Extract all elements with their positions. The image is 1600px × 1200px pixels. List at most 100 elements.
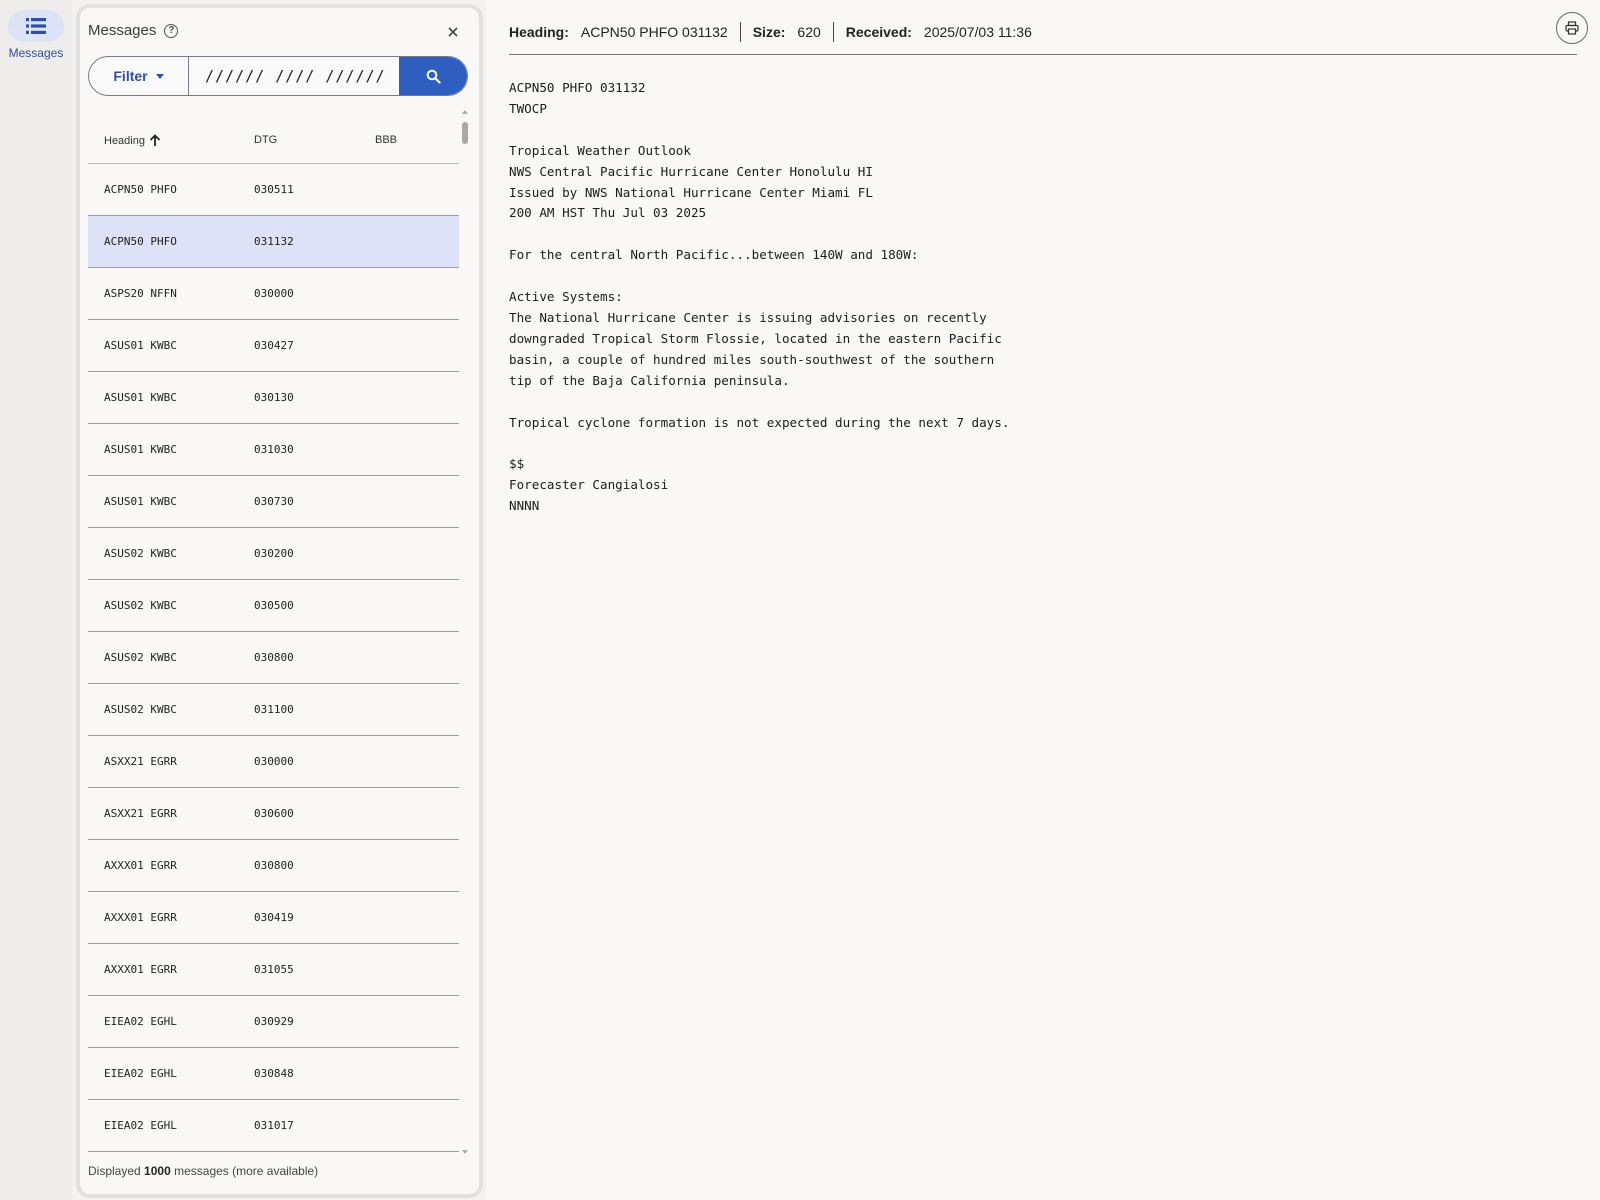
row-heading: ACPN50 PHFO bbox=[104, 183, 177, 196]
search-input[interactable] bbox=[189, 57, 399, 95]
table-row[interactable]: ASXX21 EGRR 030000 bbox=[88, 736, 459, 788]
arrow-up-icon bbox=[149, 134, 161, 146]
row-dtg: 031055 bbox=[254, 963, 294, 976]
column-header-dtg[interactable]: DTG bbox=[254, 134, 277, 146]
table-row[interactable]: ACPN50 PHFO 030511 bbox=[88, 164, 459, 216]
row-heading: EIEA02 EGHL bbox=[104, 1067, 177, 1080]
meta-heading-value: ACPN50 PHFO 031132 bbox=[580, 24, 728, 40]
panel-header: Messages ? bbox=[88, 22, 179, 39]
row-heading: ASUS02 KWBC bbox=[104, 599, 177, 612]
table-header: Heading DTG BBB bbox=[88, 108, 459, 164]
row-heading: AXXX01 EGRR bbox=[104, 963, 177, 976]
row-dtg: 030848 bbox=[254, 1067, 294, 1080]
table-row[interactable]: EIEA02 EGHL 030848 bbox=[88, 1048, 459, 1100]
table-row[interactable]: ASUS02 KWBC 030800 bbox=[88, 632, 459, 684]
row-dtg: 030000 bbox=[254, 755, 294, 768]
row-heading: ASUS02 KWBC bbox=[104, 547, 177, 560]
meta-received-value: 2025/07/03 11:36 bbox=[923, 24, 1032, 40]
message-detail: Heading: ACPN50 PHFO 031132 Size: 620 Re… bbox=[486, 0, 1600, 1200]
scroll-down-icon[interactable] bbox=[462, 1150, 468, 1154]
chevron-down-icon bbox=[155, 73, 164, 79]
filter-button[interactable]: Filter bbox=[89, 57, 189, 95]
table-row[interactable]: AXXX01 EGRR 030800 bbox=[88, 840, 459, 892]
table-row[interactable]: ASUS01 KWBC 031030 bbox=[88, 424, 459, 476]
scrollbar-thumb[interactable] bbox=[462, 122, 468, 144]
panel-title: Messages bbox=[88, 22, 157, 39]
row-heading: ACPN50 PHFO bbox=[104, 235, 177, 248]
list-scrollbar[interactable] bbox=[461, 110, 469, 1154]
table-row[interactable]: EIEA02 EGHL 031017 bbox=[88, 1100, 459, 1152]
row-heading: AXXX01 EGRR bbox=[104, 859, 177, 872]
row-heading: ASUS02 KWBC bbox=[104, 703, 177, 716]
scroll-up-icon[interactable] bbox=[462, 110, 468, 114]
row-dtg: 031100 bbox=[254, 703, 294, 716]
meta-divider-line bbox=[509, 54, 1577, 55]
meta-divider bbox=[739, 22, 741, 42]
table-row[interactable]: AXXX01 EGRR 031055 bbox=[88, 944, 459, 996]
row-dtg: 030427 bbox=[254, 339, 294, 352]
meta-divider bbox=[832, 22, 834, 42]
meta-received-label: Received: bbox=[845, 24, 912, 40]
row-dtg: 030200 bbox=[254, 547, 294, 560]
row-dtg: 030929 bbox=[254, 1015, 294, 1028]
row-heading: AXXX01 EGRR bbox=[104, 911, 177, 924]
messages-panel: Messages ? Filter Heading DTG BBB AC bbox=[76, 4, 483, 1198]
nav-item-messages[interactable]: Messages bbox=[4, 10, 68, 60]
table-row[interactable]: ASUS01 KWBC 030730 bbox=[88, 476, 459, 528]
search-bar: Filter bbox=[88, 56, 468, 96]
row-heading: ASPS20 NFFN bbox=[104, 287, 177, 300]
meta-heading-label: Heading: bbox=[509, 24, 569, 40]
meta-size-value: 620 bbox=[797, 24, 821, 40]
row-dtg: 031017 bbox=[254, 1119, 294, 1132]
row-heading: ASXX21 EGRR bbox=[104, 807, 177, 820]
table-row[interactable]: ACPN50 PHFO 031132 bbox=[88, 216, 459, 268]
message-body: ACPN50 PHFO 031132 TWOCP Tropical Weathe… bbox=[509, 80, 1010, 514]
row-dtg: 030730 bbox=[254, 495, 294, 508]
column-header-heading-label: Heading bbox=[104, 134, 145, 147]
row-heading: ASUS01 KWBC bbox=[104, 339, 177, 352]
row-dtg: 030130 bbox=[254, 391, 294, 404]
help-icon[interactable]: ? bbox=[164, 23, 179, 38]
table-row[interactable]: ASUS01 KWBC 030427 bbox=[88, 320, 459, 372]
row-heading: ASUS01 KWBC bbox=[104, 443, 177, 456]
row-heading: ASXX21 EGRR bbox=[104, 755, 177, 768]
footer-count: 1000 bbox=[144, 1164, 171, 1178]
search-icon bbox=[426, 69, 441, 84]
close-button[interactable] bbox=[443, 22, 463, 42]
row-heading: ASUS01 KWBC bbox=[104, 495, 177, 508]
message-list: ACPN50 PHFO 030511 ACPN50 PHFO 031132 ASPS20… bbox=[88, 164, 459, 1152]
row-dtg: 030511 bbox=[254, 183, 294, 196]
row-dtg: 030800 bbox=[254, 651, 294, 664]
nav-item-messages-pill[interactable] bbox=[8, 10, 64, 42]
search-button[interactable] bbox=[399, 57, 467, 95]
row-dtg: 031132 bbox=[254, 235, 294, 248]
meta-size-label: Size: bbox=[752, 24, 786, 40]
nav-item-messages-label: Messages bbox=[8, 46, 64, 60]
table-row[interactable]: ASUS02 KWBC 030500 bbox=[88, 580, 459, 632]
row-dtg: 031030 bbox=[254, 443, 294, 456]
row-heading: EIEA02 EGHL bbox=[104, 1015, 177, 1028]
print-icon bbox=[1565, 21, 1579, 35]
footer-suffix: messages (more available) bbox=[174, 1164, 319, 1178]
row-dtg: 030500 bbox=[254, 599, 294, 612]
table-row[interactable]: EIEA02 EGHL 030929 bbox=[88, 996, 459, 1048]
row-dtg: 030000 bbox=[254, 287, 294, 300]
nav-rail: Messages bbox=[0, 0, 72, 1200]
table-row[interactable]: ASUS02 KWBC 030200 bbox=[88, 528, 459, 580]
row-heading: EIEA02 EGHL bbox=[104, 1119, 177, 1132]
row-dtg: 030600 bbox=[254, 807, 294, 820]
list-footer: Displayed 1000 messages (more available) bbox=[88, 1164, 318, 1178]
table-row[interactable]: ASXX21 EGRR 030600 bbox=[88, 788, 459, 840]
row-dtg: 030419 bbox=[254, 911, 294, 924]
table-row[interactable]: ASUS01 KWBC 030130 bbox=[88, 372, 459, 424]
table-row[interactable]: ASUS02 KWBC 031100 bbox=[88, 684, 459, 736]
column-header-heading[interactable]: Heading bbox=[104, 134, 161, 147]
close-icon bbox=[448, 27, 458, 37]
print-button[interactable] bbox=[1556, 12, 1588, 44]
column-header-bbb[interactable]: BBB bbox=[375, 134, 397, 146]
list-icon bbox=[26, 18, 46, 34]
table-row[interactable]: AXXX01 EGRR 030419 bbox=[88, 892, 459, 944]
table-row[interactable]: ASPS20 NFFN 030000 bbox=[88, 268, 459, 320]
row-heading: ASUS02 KWBC bbox=[104, 651, 177, 664]
message-meta: Heading: ACPN50 PHFO 031132 Size: 620 Re… bbox=[509, 22, 1032, 42]
